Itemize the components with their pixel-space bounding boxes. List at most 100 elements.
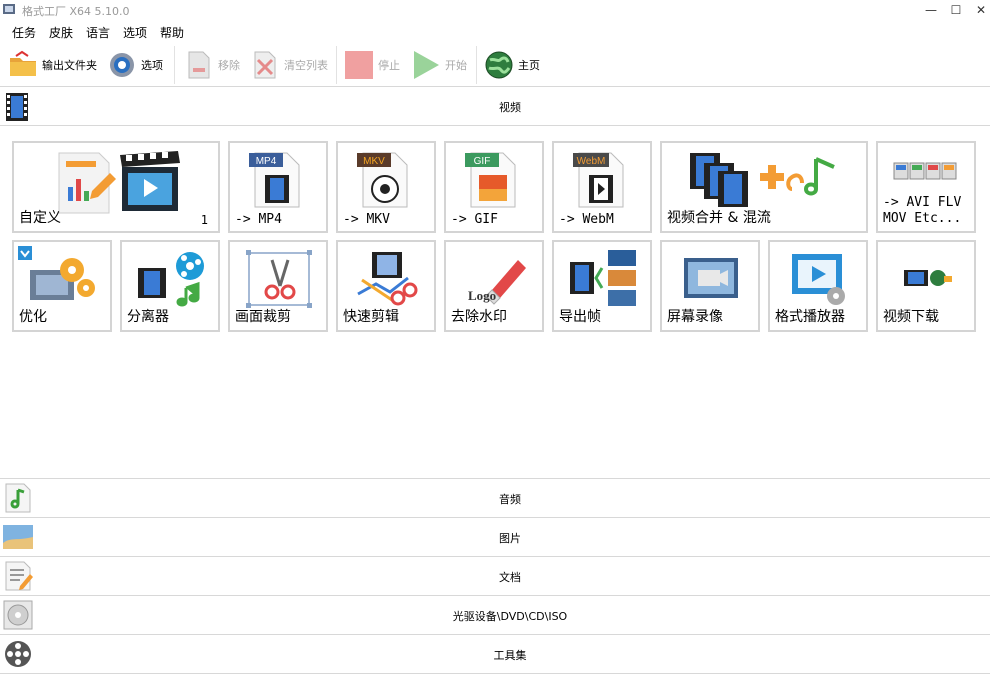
optimize-gear-icon bbox=[30, 258, 95, 300]
tile-gif-label: -> GIF bbox=[451, 212, 498, 227]
start-label: 开始 bbox=[445, 59, 467, 72]
window-title: 格式工厂 X64 5.10.0 bbox=[22, 5, 130, 18]
tile-gif[interactable]: GIF -> GIF bbox=[444, 141, 544, 233]
stop-icon bbox=[345, 51, 373, 79]
screen-record-icon bbox=[684, 258, 738, 298]
tile-other-formats[interactable]: -> AVI FLV MOV Etc... bbox=[876, 141, 976, 233]
tile-mkv-label: -> MKV bbox=[343, 212, 390, 227]
section-document[interactable]: 文档 bbox=[0, 556, 990, 596]
section-video[interactable]: 视频 bbox=[0, 86, 990, 126]
menu-help[interactable]: 帮助 bbox=[160, 24, 184, 41]
home-label: 主页 bbox=[518, 59, 540, 72]
video-download-icon bbox=[904, 270, 952, 286]
options-label: 选项 bbox=[141, 59, 163, 72]
tile-quick-clip[interactable]: 快速剪辑 bbox=[336, 240, 436, 332]
export-frames-icon bbox=[570, 250, 636, 306]
svg-text:MP4: MP4 bbox=[256, 156, 277, 167]
home-button[interactable]: 主页 bbox=[484, 48, 540, 82]
section-rom-device-label: 光驱设备\DVD\CD\ISO bbox=[452, 610, 568, 623]
tile-export-frames[interactable]: 导出帧 bbox=[552, 240, 652, 332]
section-image-label: 图片 bbox=[499, 532, 521, 545]
section-tools-label: 工具集 bbox=[493, 649, 527, 662]
remove-icon bbox=[188, 51, 210, 79]
title-bar: 格式工厂 X64 5.10.0 — ☐ ✕ bbox=[0, 0, 992, 20]
menu-bar: 任务 皮肤 语言 选项 帮助 bbox=[0, 22, 992, 42]
tile-custom-count: 1 bbox=[200, 213, 208, 227]
webm-file-icon: WebM bbox=[573, 152, 624, 208]
tile-splitter[interactable]: 分离器 bbox=[120, 240, 220, 332]
tile-mkv[interactable]: MKV -> MKV bbox=[336, 141, 436, 233]
toolbar: 输出文件夹 选项 移除 清空列表 停止 开始 主页 bbox=[0, 44, 992, 86]
svg-text:WebM: WebM bbox=[577, 156, 606, 167]
clear-list-icon bbox=[254, 51, 276, 79]
tile-merge-mux-label: 视频合并 & 混流 bbox=[667, 210, 771, 226]
splitter-icon bbox=[138, 252, 204, 307]
play-icon bbox=[414, 51, 439, 79]
custom-icon bbox=[58, 151, 180, 214]
toolbar-separator bbox=[476, 46, 477, 84]
tile-webm[interactable]: WebM -> WebM bbox=[552, 141, 652, 233]
svg-text:GIF: GIF bbox=[474, 156, 491, 167]
crop-scissors-icon bbox=[246, 250, 312, 308]
multi-format-icon bbox=[893, 162, 957, 180]
menu-language[interactable]: 语言 bbox=[86, 24, 110, 41]
tile-mp4-label: -> MP4 bbox=[235, 212, 282, 227]
quick-clip-icon bbox=[357, 252, 418, 306]
tile-optimize[interactable]: 优化 bbox=[12, 240, 112, 332]
player-icon bbox=[792, 254, 845, 305]
close-button[interactable]: ✕ bbox=[966, 0, 992, 20]
tile-crop-label: 画面裁剪 bbox=[235, 309, 291, 325]
tile-quick-clip-label: 快速剪辑 bbox=[343, 309, 399, 325]
tile-optimize-label: 优化 bbox=[19, 309, 47, 325]
section-document-label: 文档 bbox=[499, 571, 521, 584]
gear-icon bbox=[110, 53, 134, 77]
tile-custom[interactable]: 自定义 1 bbox=[12, 141, 220, 233]
menu-task[interactable]: 任务 bbox=[12, 24, 36, 41]
menu-skin[interactable]: 皮肤 bbox=[49, 24, 73, 41]
tile-crop[interactable]: 画面裁剪 bbox=[228, 240, 328, 332]
mkv-file-icon: MKV bbox=[357, 152, 408, 208]
mp4-file-icon: MP4 bbox=[249, 152, 300, 208]
tile-screen-record-label: 屏幕录像 bbox=[667, 309, 723, 325]
eraser-icon: Logo bbox=[468, 260, 526, 305]
clear-list-button[interactable]: 清空列表 bbox=[250, 48, 328, 82]
svg-text:Logo: Logo bbox=[468, 288, 496, 303]
output-folder-button[interactable]: 输出文件夹 bbox=[8, 48, 97, 82]
tile-splitter-label: 分离器 bbox=[127, 309, 169, 325]
tile-screen-record[interactable]: 屏幕录像 bbox=[660, 240, 760, 332]
section-image[interactable]: 图片 bbox=[0, 517, 990, 557]
tile-video-download-label: 视频下载 bbox=[883, 309, 939, 325]
tile-remove-watermark[interactable]: Logo 去除水印 bbox=[444, 240, 544, 332]
tile-merge-mux[interactable]: 视频合并 & 混流 bbox=[660, 141, 868, 233]
output-folder-label: 输出文件夹 bbox=[42, 59, 97, 72]
tile-remove-watermark-label: 去除水印 bbox=[451, 309, 507, 325]
tile-webm-label: -> WebM bbox=[559, 212, 614, 227]
tile-player[interactable]: 格式播放器 bbox=[768, 240, 868, 332]
tile-video-download[interactable]: 视频下载 bbox=[876, 240, 976, 332]
clear-list-label: 清空列表 bbox=[284, 59, 328, 72]
app-logo-icon bbox=[3, 4, 15, 14]
globe-icon bbox=[485, 51, 513, 79]
tile-custom-label: 自定义 bbox=[19, 210, 61, 226]
menu-options[interactable]: 选项 bbox=[123, 24, 147, 41]
stop-label: 停止 bbox=[378, 59, 400, 72]
section-rom-device[interactable]: 光驱设备\DVD\CD\ISO bbox=[0, 595, 990, 635]
options-button[interactable]: 选项 bbox=[107, 48, 163, 82]
start-button[interactable]: 开始 bbox=[411, 48, 467, 82]
tile-player-label: 格式播放器 bbox=[775, 309, 845, 325]
section-audio[interactable]: 音频 bbox=[0, 478, 990, 518]
section-audio-label: 音频 bbox=[499, 493, 521, 506]
toolbar-separator bbox=[174, 46, 175, 84]
merge-video-icon bbox=[690, 153, 835, 207]
tile-export-frames-label: 导出帧 bbox=[559, 309, 601, 325]
remove-button[interactable]: 移除 bbox=[184, 48, 240, 82]
remove-label: 移除 bbox=[218, 59, 240, 72]
folder-icon bbox=[10, 50, 36, 76]
section-video-label: 视频 bbox=[499, 101, 521, 114]
svg-text:MKV: MKV bbox=[363, 156, 385, 167]
tile-other-formats-label: -> AVI FLV MOV Etc... bbox=[883, 195, 962, 226]
tile-mp4[interactable]: MP4 -> MP4 bbox=[228, 141, 328, 233]
toolbar-separator bbox=[336, 46, 337, 84]
section-tools[interactable]: 工具集 bbox=[0, 634, 990, 674]
stop-button[interactable]: 停止 bbox=[344, 48, 400, 82]
